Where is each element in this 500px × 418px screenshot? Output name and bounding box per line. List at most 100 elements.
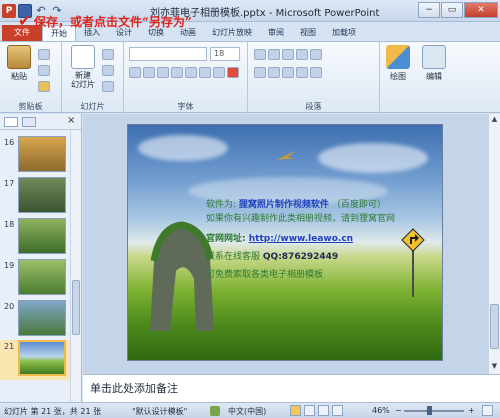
slides-panel-scrollbar[interactable] — [70, 130, 81, 402]
zoom-out-button[interactable]: − — [395, 406, 402, 415]
numbering-icon[interactable] — [268, 49, 280, 60]
editing-button[interactable]: 编辑 — [419, 45, 449, 82]
website-link[interactable]: http://www.leawo.cn — [249, 234, 353, 244]
scrollbar-thumb[interactable] — [490, 304, 499, 349]
scrollbar-thumb[interactable] — [72, 280, 80, 335]
clipboard-group: 粘贴 剪贴板 — [0, 42, 62, 114]
char-spacing-icon[interactable] — [199, 67, 211, 78]
slideshow-icon[interactable] — [332, 405, 343, 416]
software-suffix: （百度即可） — [331, 200, 386, 210]
cut-icon — [38, 49, 50, 60]
notes-pane[interactable]: 单击此处添加备注 — [83, 374, 500, 402]
underline-icon[interactable] — [157, 67, 169, 78]
new-slide-button[interactable]: 新建 幻灯片 — [68, 45, 98, 89]
align-right-icon[interactable] — [282, 67, 294, 78]
strikethrough-icon[interactable] — [185, 67, 197, 78]
reading-view-icon[interactable] — [318, 405, 329, 416]
slide-line-website: 官网网址: http://www.leawo.cn — [206, 231, 353, 244]
current-slide[interactable]: 软件为: 狸窝照片制作视频软件 （百度即可） 如果你有兴趣制作此类相册视频，请到… — [127, 124, 443, 361]
outline-tab[interactable] — [22, 117, 36, 127]
language-indicator[interactable]: 中文(中国) — [228, 406, 266, 417]
minimize-button[interactable]: − — [418, 2, 440, 18]
thumbnail-number: 16 — [4, 138, 15, 147]
software-prefix: 软件为: — [206, 200, 237, 210]
format-painter-icon — [38, 81, 50, 92]
reset-button[interactable] — [102, 64, 114, 77]
align-left-icon[interactable] — [254, 67, 266, 78]
font-group-label: 字体 — [177, 102, 194, 111]
font-size-field[interactable]: 18 — [210, 47, 240, 61]
line-spacing-icon[interactable] — [310, 49, 322, 60]
slide-thumbnail-16[interactable]: 16 — [0, 136, 70, 176]
zoom-slider[interactable] — [404, 410, 464, 412]
paste-button[interactable]: 粘贴 — [4, 45, 34, 82]
thumbnail-image — [18, 259, 66, 295]
slide-thumbnail-17[interactable]: 17 — [0, 177, 70, 217]
shadow-icon[interactable] — [171, 67, 183, 78]
decrease-indent-icon[interactable] — [282, 49, 294, 60]
fit-to-window-icon[interactable] — [482, 405, 493, 416]
maximize-button[interactable]: ▭ — [441, 2, 463, 18]
slide-line-contact: 联系在线客服 QQ:876292449 — [206, 249, 338, 262]
theme-name[interactable]: "默认设计模板" — [132, 406, 187, 417]
scroll-down-icon[interactable]: ▼ — [490, 362, 499, 372]
format-painter-button[interactable] — [38, 80, 50, 93]
spellcheck-icon[interactable] — [210, 406, 220, 416]
tab-review[interactable]: 审阅 — [260, 25, 292, 41]
slides-tab[interactable] — [4, 117, 18, 127]
italic-icon[interactable] — [143, 67, 155, 78]
panel-close-icon[interactable]: × — [67, 115, 75, 126]
zoom-slider-handle[interactable] — [427, 406, 432, 415]
cloud — [318, 143, 428, 173]
columns-icon[interactable] — [310, 67, 322, 78]
slide-thumbnail-18[interactable]: 18 — [0, 218, 70, 258]
shapes-icon — [386, 45, 410, 69]
section-button[interactable] — [102, 80, 114, 93]
align-center-icon[interactable] — [268, 67, 280, 78]
tab-view[interactable]: 视图 — [292, 25, 324, 41]
slide-thumbnail-21[interactable]: 21 — [0, 340, 70, 380]
drawing-button[interactable]: 绘图 — [383, 45, 413, 82]
slide-line-free: 可免费索取各类电子相册模板 — [206, 270, 324, 280]
cut-button[interactable] — [38, 48, 50, 61]
zoom-in-button[interactable]: + — [468, 406, 475, 415]
bold-icon[interactable] — [129, 67, 141, 78]
normal-view-icon[interactable] — [290, 405, 301, 416]
thumbnail-image — [18, 218, 66, 254]
notes-placeholder: 单击此处添加备注 — [90, 382, 178, 395]
slides-group: 新建 幻灯片 幻灯片 — [62, 42, 124, 114]
increase-indent-icon[interactable] — [296, 49, 308, 60]
change-case-icon[interactable] — [213, 67, 225, 78]
tab-addins[interactable]: 加载项 — [324, 25, 364, 41]
layout-icon — [102, 49, 114, 60]
slide-thumbnail-19[interactable]: 19 — [0, 259, 70, 299]
bullets-icon[interactable] — [254, 49, 266, 60]
copy-button[interactable] — [38, 64, 50, 77]
thumbnail-number: 21 — [4, 342, 15, 351]
font-color-icon[interactable] — [227, 67, 239, 78]
justify-icon[interactable] — [296, 67, 308, 78]
font-group: 18 字体 — [124, 42, 248, 114]
slides-panel: × 16 17 18 19 20 21 — [0, 114, 82, 402]
paste-label: 粘贴 — [11, 72, 27, 81]
slide-thumbnail-20[interactable]: 20 — [0, 300, 70, 340]
slide-scrollbar[interactable]: ▲ ▼ — [488, 114, 500, 374]
close-button[interactable]: ✕ — [464, 2, 498, 18]
slides-group-label: 幻灯片 — [80, 102, 105, 111]
layout-button[interactable] — [102, 48, 114, 61]
status-bar: 幻灯片 第 21 张，共 21 张 "默认设计模板" 中文(中国) 46% − … — [0, 402, 500, 418]
slide-line-software: 软件为: 狸窝照片制作视频软件 （百度即可） — [206, 197, 386, 210]
contact-qq: QQ:876292449 — [262, 252, 339, 262]
scroll-up-icon[interactable]: ▲ — [490, 115, 499, 125]
slide-line-interest: 如果你有兴趣制作此类相册视频，请到狸窝官网 — [206, 214, 396, 224]
powerpoint-app-icon[interactable]: P — [2, 4, 16, 18]
tab-slideshow[interactable]: 幻灯片放映 — [204, 25, 260, 41]
slide-sorter-icon[interactable] — [304, 405, 315, 416]
new-slide-label: 新建 幻灯片 — [71, 71, 95, 89]
window-controls: − ▭ ✕ — [418, 2, 498, 18]
font-family-field[interactable] — [129, 47, 207, 61]
zoom-level[interactable]: 46% — [372, 406, 390, 415]
paragraph-group: 段落 — [248, 42, 380, 114]
align-row — [254, 66, 322, 79]
annotation-text: 保存，或者点击文件“另存为” — [34, 15, 192, 29]
